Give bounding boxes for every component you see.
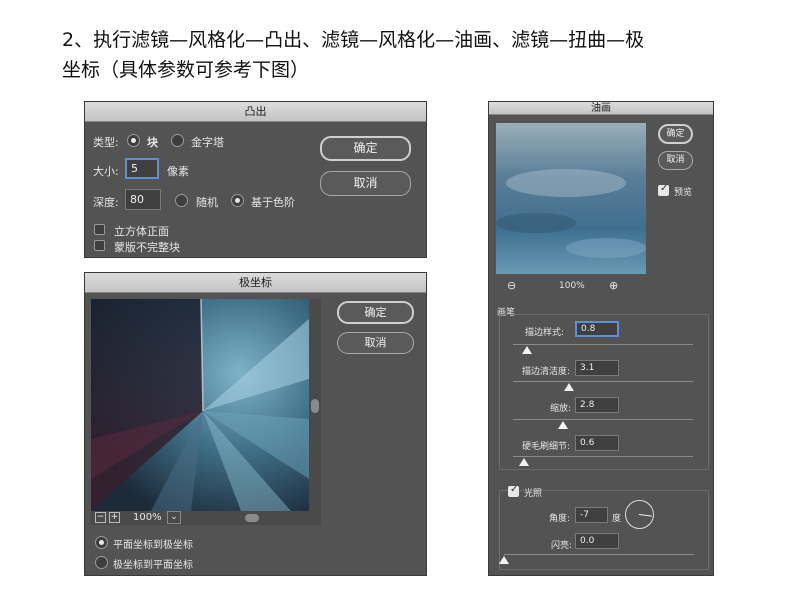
rect-to-polar-radio[interactable]: [95, 536, 108, 549]
polar-dialog: 极坐标 − + 100% ⌄ 确定 取消 平面坐标到极坐标 极坐标到平面坐标: [84, 272, 427, 576]
oil-cancel-button[interactable]: 取消: [658, 151, 693, 170]
angle-label: 角度:: [549, 514, 571, 524]
solid-front-label[interactable]: 立方体正面: [114, 223, 169, 239]
rect-to-polar-label[interactable]: 平面坐标到极坐标: [113, 536, 193, 551]
extrude-ok-button[interactable]: 确定: [320, 136, 411, 161]
shine-track: [504, 554, 694, 555]
zoom-dropdown-icon[interactable]: ⌄: [167, 511, 181, 524]
type-block-label[interactable]: 块: [147, 134, 158, 150]
solid-front-checkbox[interactable]: [94, 224, 105, 235]
cleanliness-label: 描边清洁度:: [522, 367, 571, 377]
scale-input[interactable]: 2.8: [575, 397, 619, 413]
angle-dial-needle: [638, 514, 652, 517]
stylization-track: [513, 344, 693, 345]
depth-level-label[interactable]: 基于色阶: [251, 194, 295, 210]
lighting-group: [499, 490, 709, 570]
bristle-slider[interactable]: [518, 458, 529, 466]
lighting-checkbox[interactable]: [508, 484, 519, 497]
cleanliness-slider[interactable]: [563, 383, 574, 391]
oil-dialog-title: 油画: [489, 102, 713, 115]
oil-zoom-in-icon[interactable]: ⊕: [609, 279, 618, 292]
angle-input[interactable]: -7: [575, 507, 608, 523]
polar-dialog-title: 极坐标: [85, 273, 426, 293]
scale-slider[interactable]: [558, 421, 569, 429]
heading-line-1: 2、执行滤镜—风格化—凸出、滤镜—风格化—油画、滤镜—扭曲—极: [62, 29, 645, 51]
instruction-heading: 2、执行滤镜—风格化—凸出、滤镜—风格化—油画、滤镜—扭曲—极 坐标（具体参数可…: [62, 25, 762, 85]
type-block-radio[interactable]: [127, 134, 140, 147]
depth-input[interactable]: 80: [125, 189, 161, 210]
type-pyramid-label[interactable]: 金字塔: [191, 134, 224, 150]
bristle-label: 硬毛刷细节:: [522, 442, 571, 452]
zoom-out-button[interactable]: −: [95, 512, 106, 523]
horizontal-scroll-thumb[interactable]: [245, 514, 259, 522]
oil-preview-image: [496, 123, 646, 274]
size-unit-label: 像素: [167, 165, 189, 178]
polar-ok-button[interactable]: 确定: [337, 301, 414, 324]
depth-random-label[interactable]: 随机: [196, 194, 218, 210]
extrude-cancel-button[interactable]: 取消: [320, 171, 411, 196]
oil-zoom-out-icon[interactable]: ⊖: [507, 279, 516, 292]
oil-zoom-level: 100%: [559, 281, 585, 291]
polar-cancel-button[interactable]: 取消: [337, 332, 414, 354]
stylization-label: 描边样式:: [525, 328, 565, 338]
lighting-label[interactable]: 光照: [524, 486, 542, 499]
scale-label: 缩放:: [550, 404, 572, 414]
stylization-input[interactable]: 0.8: [575, 321, 619, 337]
depth-level-radio[interactable]: [231, 194, 244, 207]
depth-random-radio[interactable]: [175, 194, 188, 207]
polar-zoom-level: 100%: [133, 512, 162, 523]
angle-dial[interactable]: [625, 500, 654, 529]
preview-checkbox[interactable]: [658, 183, 669, 196]
shine-slider[interactable]: [499, 556, 509, 564]
oil-paint-dialog: 油画 ⊖ 100% ⊕ 确定 取消 预览 画笔 描边样式: 0.8 描边清洁度:: [488, 101, 714, 576]
zoom-in-button[interactable]: +: [109, 512, 120, 523]
polar-scrollbar[interactable]: [309, 299, 321, 511]
polar-to-rect-label[interactable]: 极坐标到平面坐标: [113, 556, 193, 571]
polar-scroll-thumb[interactable]: [311, 399, 319, 413]
cleanliness-input[interactable]: 3.1: [575, 360, 619, 376]
extrude-dialog-title: 凸出: [85, 102, 426, 122]
mask-incomplete-label[interactable]: 蒙版不完整块: [114, 239, 180, 255]
size-label: 大小:: [93, 165, 119, 178]
polar-to-rect-radio[interactable]: [95, 556, 108, 569]
cleanliness-track: [513, 381, 693, 382]
bristle-track: [513, 456, 693, 457]
heading-line-2: 坐标（具体参数可参考下图）: [62, 59, 310, 81]
oil-ok-button[interactable]: 确定: [658, 124, 693, 144]
polar-preview-image: [91, 299, 309, 511]
polar-zoom-bar: − + 100% ⌄: [91, 511, 321, 525]
extrude-dialog: 凸出 类型: 块 金字塔 大小: 5 像素 深度: 80 随机 基于色阶 立方体…: [84, 101, 427, 258]
shine-label: 闪亮:: [551, 541, 573, 551]
size-input[interactable]: 5: [125, 158, 159, 179]
type-label: 类型:: [93, 136, 119, 149]
scale-track: [513, 419, 693, 420]
depth-label: 深度:: [93, 196, 119, 209]
mask-incomplete-checkbox[interactable]: [94, 240, 105, 251]
shine-input[interactable]: 0.0: [575, 533, 619, 549]
angle-unit-label: 度: [612, 514, 622, 524]
stylization-slider[interactable]: [522, 346, 533, 354]
type-pyramid-radio[interactable]: [171, 134, 184, 147]
preview-label[interactable]: 预览: [674, 185, 692, 198]
bristle-input[interactable]: 0.6: [575, 435, 619, 451]
